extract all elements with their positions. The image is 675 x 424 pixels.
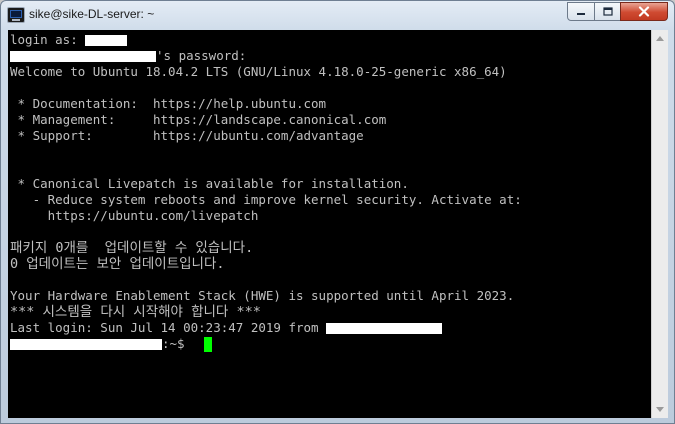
last-login-text: Last login: Sun Jul 14 00:23:47 2019 fro…: [10, 320, 327, 335]
redacted-username: [85, 34, 128, 46]
terminal-line-livepatch: * Canonical Livepatch is available for i…: [10, 176, 409, 191]
terminal-line-welcome: Welcome to Ubuntu 18.04.2 LTS (GNU/Linux…: [10, 64, 507, 79]
terminal-line-password: 's password:: [10, 48, 246, 64]
minimize-icon: [577, 12, 585, 15]
title-bar[interactable]: sike@sike-DL-server: ~: [1, 1, 674, 29]
terminal-line-livepatch-url: https://ubuntu.com/livepatch: [10, 208, 259, 223]
close-icon: [638, 6, 650, 17]
terminal-line-security-updates: 0 업데이트는 보안 업데이트입니다.: [10, 256, 225, 272]
maximize-icon: [602, 6, 613, 16]
redacted-user-host: [10, 50, 156, 62]
terminal-line-support: * Support: https://ubuntu.com/advantage: [10, 128, 364, 143]
scroll-down-button[interactable]: [652, 401, 668, 418]
terminal-line-hwe: Your Hardware Enablement Stack (HWE) is …: [10, 288, 515, 303]
terminal-output[interactable]: login as: 's password: Welcome to Ubuntu…: [8, 30, 651, 418]
vertical-scrollbar[interactable]: [651, 30, 668, 418]
redacted-prompt-user-host: [10, 338, 162, 350]
terminal-line-restart-required: *** 시스템을 다시 시작해야 합니다 ***: [10, 304, 261, 320]
scroll-down-arrow-icon: [656, 407, 664, 412]
password-prompt: 's password:: [156, 48, 247, 63]
terminal-line-management: * Management: https://landscape.canonica…: [10, 112, 387, 127]
login-prompt: login as:: [10, 32, 86, 47]
terminal-line-prompt: :~$: [10, 336, 213, 352]
terminal-line-last-login: Last login: Sun Jul 14 00:23:47 2019 fro…: [10, 320, 443, 336]
redacted-ip-address: [326, 322, 443, 334]
terminal-cursor: [204, 336, 213, 352]
window-title: sike@sike-DL-server: ~: [29, 7, 155, 21]
terminal-line-packages: 패키지 0개를 업데이트할 수 있습니다.: [10, 240, 254, 256]
terminal-line-login: login as:: [10, 32, 128, 48]
terminal-window: sike@sike-DL-server: ~ login as: 's pass…: [0, 0, 675, 424]
scroll-up-arrow-icon: [656, 36, 664, 41]
minimize-button[interactable]: [567, 2, 595, 21]
terminal-line-livepatch-detail: - Reduce system reboots and improve kern…: [10, 192, 522, 207]
maximize-button[interactable]: [594, 2, 621, 21]
terminal-line-documentation: * Documentation: https://help.ubuntu.com: [10, 96, 327, 111]
shell-prompt: :~$: [162, 336, 193, 351]
putty-terminal-icon[interactable]: [7, 7, 25, 23]
scroll-up-button[interactable]: [652, 30, 668, 47]
close-button[interactable]: [620, 2, 668, 21]
